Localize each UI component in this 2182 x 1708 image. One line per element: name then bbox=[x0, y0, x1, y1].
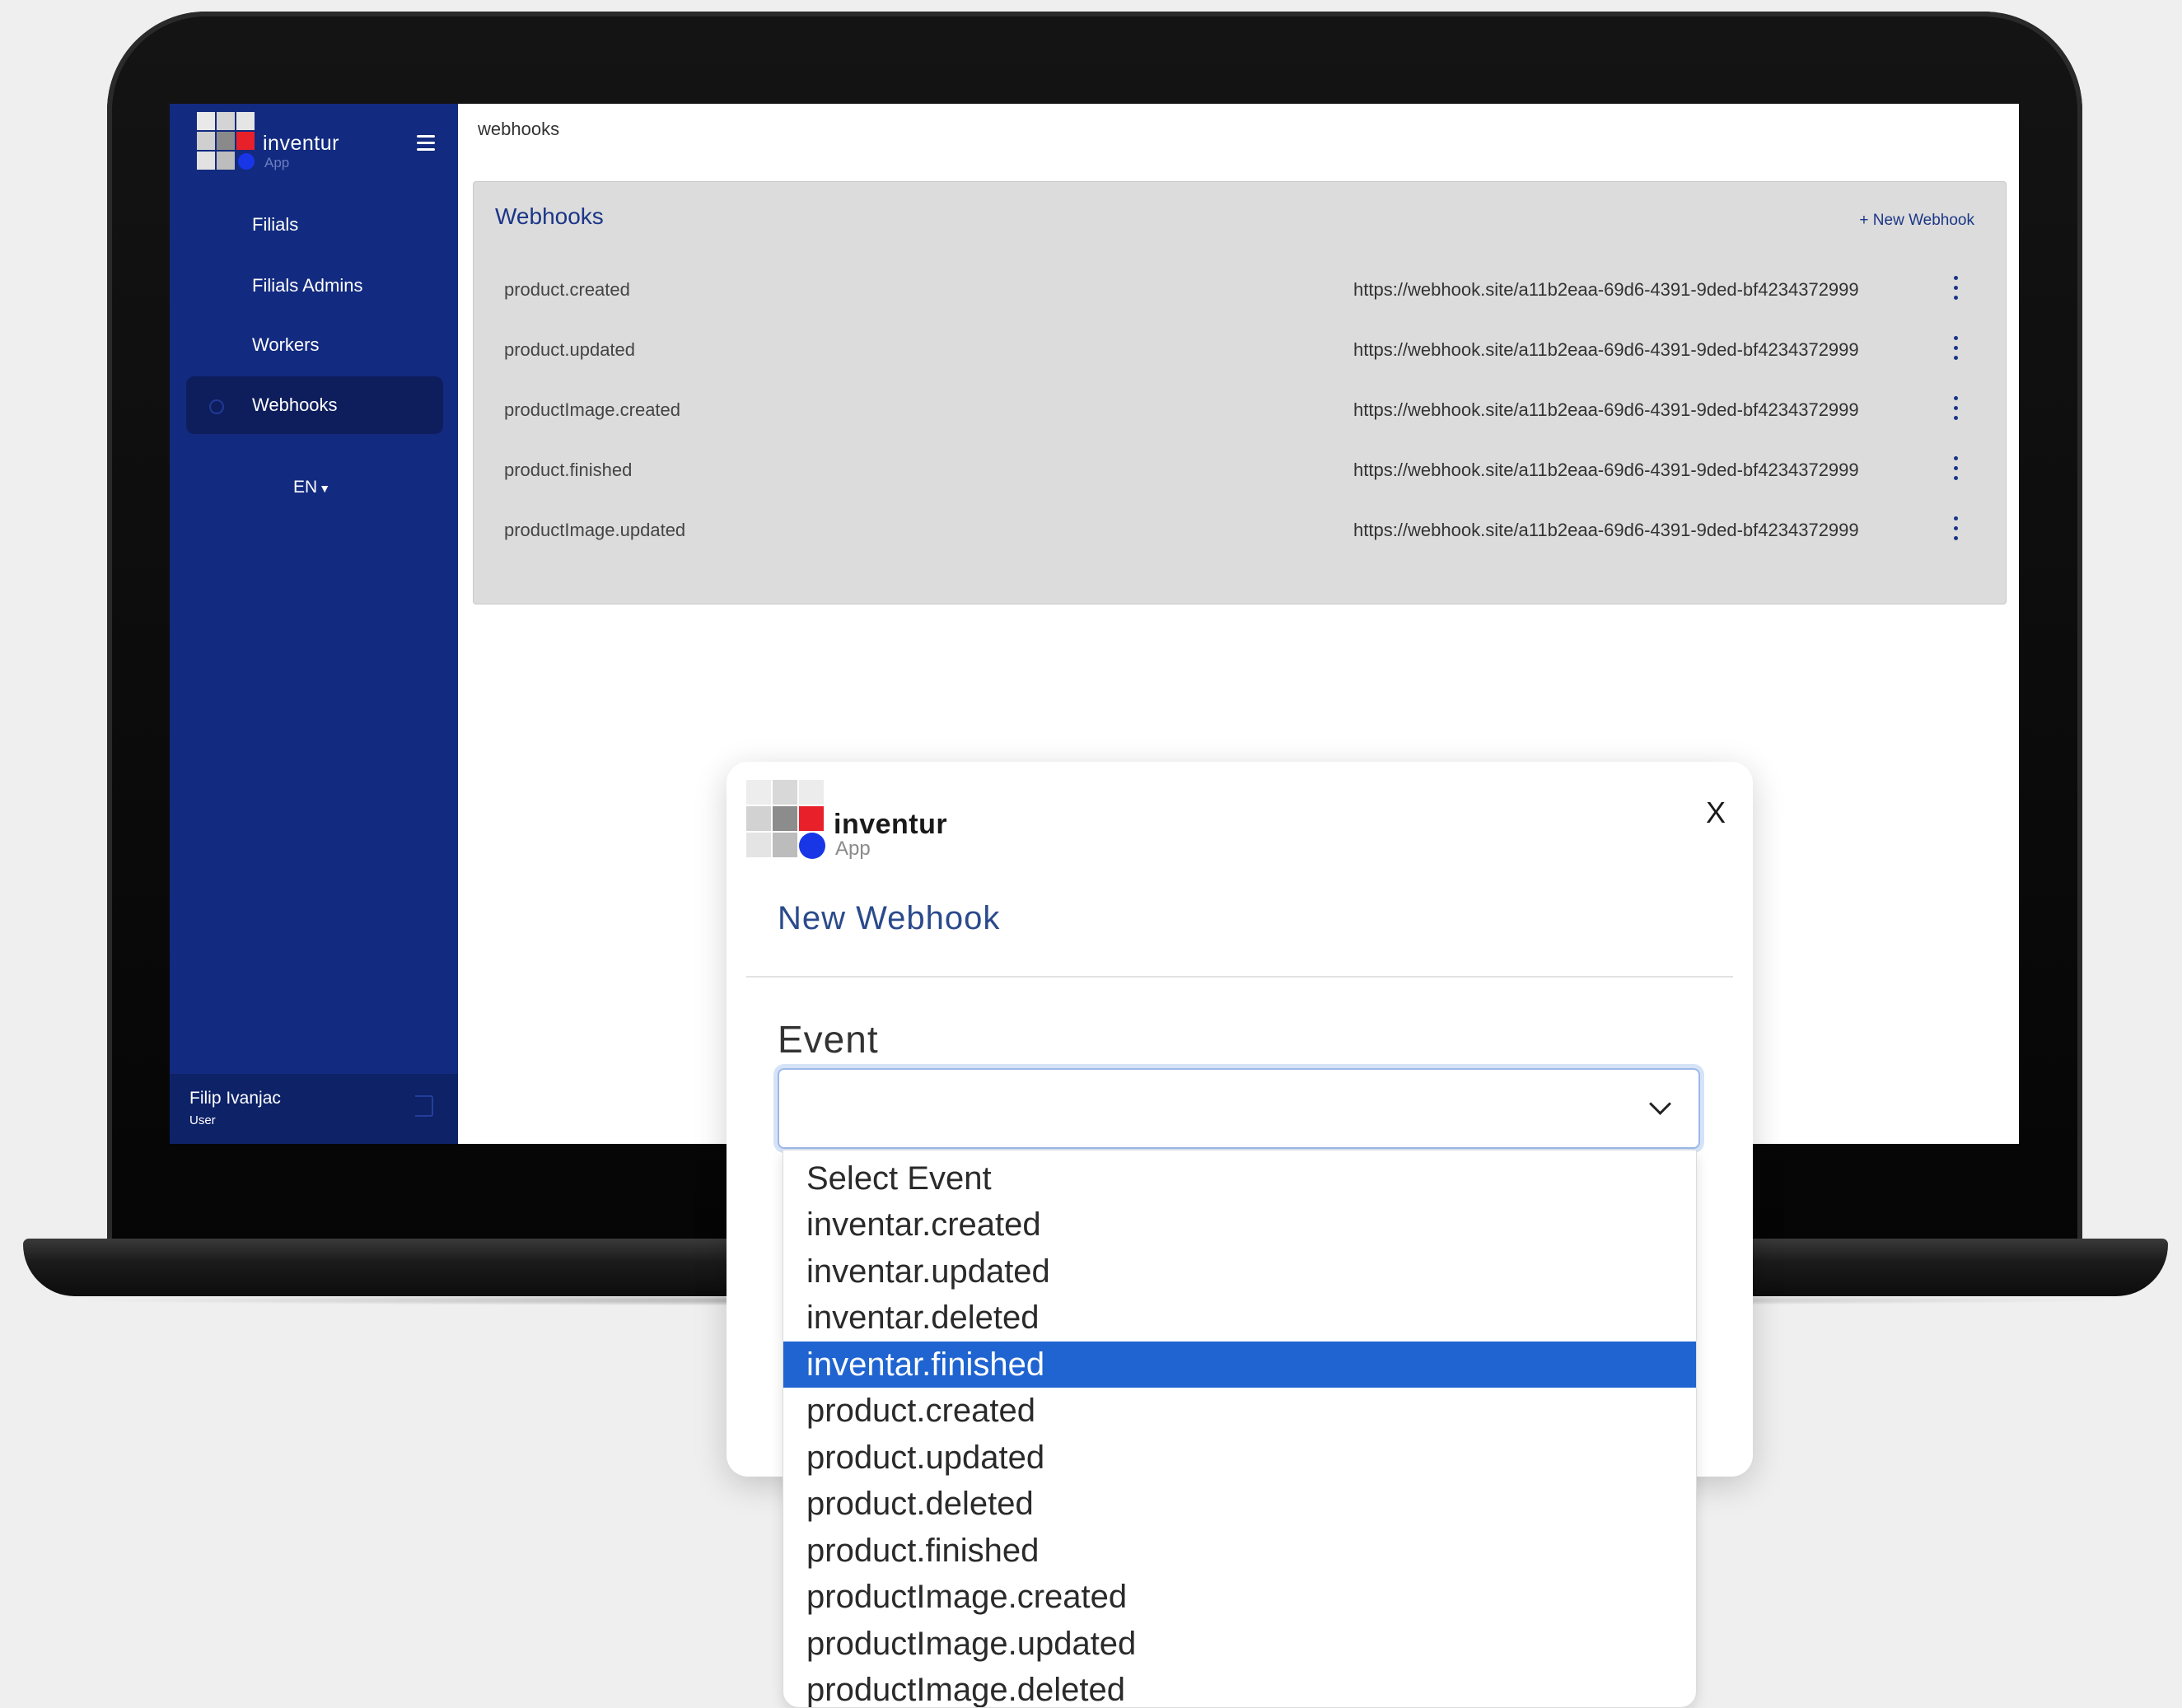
sidebar-item-webhooks[interactable]: Webhooks bbox=[186, 376, 443, 434]
logo-icon bbox=[746, 780, 829, 862]
more-options-icon[interactable] bbox=[1951, 394, 1961, 422]
webhook-icon bbox=[209, 399, 224, 414]
dropdown-option[interactable]: Select Event bbox=[783, 1155, 1696, 1202]
dropdown-option[interactable]: productImage.deleted bbox=[783, 1667, 1696, 1707]
caret-down-icon: ▼ bbox=[319, 482, 331, 495]
language-selector[interactable]: EN ▼ bbox=[293, 478, 330, 497]
sidebar-item-label: Filials bbox=[252, 214, 299, 235]
brand[interactable]: inventur App bbox=[197, 112, 452, 178]
modal-brand: inventur App bbox=[746, 780, 993, 870]
webhook-event: product.finished bbox=[504, 460, 633, 480]
sidebar-item-label: Webhooks bbox=[252, 394, 338, 415]
more-options-icon[interactable] bbox=[1951, 515, 1961, 543]
sidebar-item-workers[interactable]: Workers bbox=[186, 316, 443, 374]
event-label: Event bbox=[778, 1018, 879, 1061]
breadcrumb: webhooks bbox=[478, 119, 560, 139]
event-select[interactable] bbox=[778, 1068, 1700, 1149]
brand-sub: App bbox=[835, 838, 871, 860]
webhook-url: https://webhook.site/a11b2eaa-69d6-4391-… bbox=[1353, 520, 1859, 540]
dropdown-option[interactable]: inventar.updated bbox=[783, 1248, 1696, 1295]
webhook-url: https://webhook.site/a11b2eaa-69d6-4391-… bbox=[1353, 460, 1859, 480]
more-options-icon[interactable] bbox=[1951, 334, 1961, 362]
dropdown-option-highlighted[interactable]: inventar.finished bbox=[783, 1342, 1696, 1388]
webhook-row: product.updated https://webhook.site/a11… bbox=[474, 320, 2006, 380]
webhooks-panel: Webhooks + New Webhook product.created h… bbox=[473, 181, 2007, 604]
more-options-icon[interactable] bbox=[1951, 274, 1961, 302]
webhook-url: https://webhook.site/a11b2eaa-69d6-4391-… bbox=[1353, 279, 1859, 300]
dropdown-option[interactable]: productImage.created bbox=[783, 1574, 1696, 1620]
user-role: User bbox=[189, 1113, 216, 1127]
logo-icon bbox=[197, 112, 258, 173]
language-label: EN bbox=[293, 478, 318, 497]
dropdown-option[interactable]: product.deleted bbox=[783, 1481, 1696, 1527]
brand-sub: App bbox=[264, 155, 290, 170]
dropdown-option[interactable]: product.updated bbox=[783, 1435, 1696, 1481]
modal-title: New Webhook bbox=[778, 900, 1001, 936]
webhook-row: productImage.created https://webhook.sit… bbox=[474, 380, 2006, 441]
webhook-event: productImage.updated bbox=[504, 520, 686, 540]
divider bbox=[746, 976, 1733, 978]
webhook-row: product.finished https://webhook.site/a1… bbox=[474, 440, 2006, 501]
chevron-down-icon bbox=[1649, 1093, 1671, 1115]
webhook-event: product.updated bbox=[504, 339, 636, 360]
dropdown-option[interactable]: inventar.deleted bbox=[783, 1295, 1696, 1341]
dropdown-option[interactable]: product.created bbox=[783, 1388, 1696, 1434]
sidebar: inventur App Filials Filials Admins Work… bbox=[170, 104, 458, 1144]
logout-icon[interactable] bbox=[415, 1095, 433, 1117]
webhook-row: productImage.updated https://webhook.sit… bbox=[474, 500, 2006, 561]
panel-title: Webhooks bbox=[495, 203, 604, 229]
more-options-icon[interactable] bbox=[1951, 455, 1961, 483]
dropdown-option[interactable]: productImage.updated bbox=[783, 1621, 1696, 1667]
webhook-url: https://webhook.site/a11b2eaa-69d6-4391-… bbox=[1353, 399, 1859, 420]
sidebar-item-label: Filials Admins bbox=[252, 275, 363, 296]
dropdown-option[interactable]: inventar.created bbox=[783, 1202, 1696, 1248]
brand-name: inventur bbox=[263, 132, 339, 155]
new-webhook-button[interactable]: + New Webhook bbox=[1859, 212, 1974, 230]
sidebar-item-filials[interactable]: Filials bbox=[186, 196, 443, 254]
user-name: Filip Ivanjac bbox=[189, 1089, 281, 1108]
sidebar-item-label: Workers bbox=[252, 334, 320, 355]
webhook-url: https://webhook.site/a11b2eaa-69d6-4391-… bbox=[1353, 339, 1859, 360]
webhook-event: productImage.created bbox=[504, 399, 681, 420]
brand-name: inventur bbox=[834, 809, 948, 840]
webhook-row: product.created https://webhook.site/a11… bbox=[474, 259, 2006, 320]
dropdown-option[interactable]: product.finished bbox=[783, 1528, 1696, 1574]
close-button[interactable]: X bbox=[1702, 796, 1730, 829]
event-dropdown-list: Select Event inventar.created inventar.u… bbox=[783, 1150, 1697, 1708]
user-panel: Filip Ivanjac User bbox=[170, 1074, 458, 1144]
sidebar-item-filials-admins[interactable]: Filials Admins bbox=[186, 257, 443, 315]
hamburger-menu-icon[interactable] bbox=[417, 135, 437, 152]
webhook-event: product.created bbox=[504, 279, 630, 300]
